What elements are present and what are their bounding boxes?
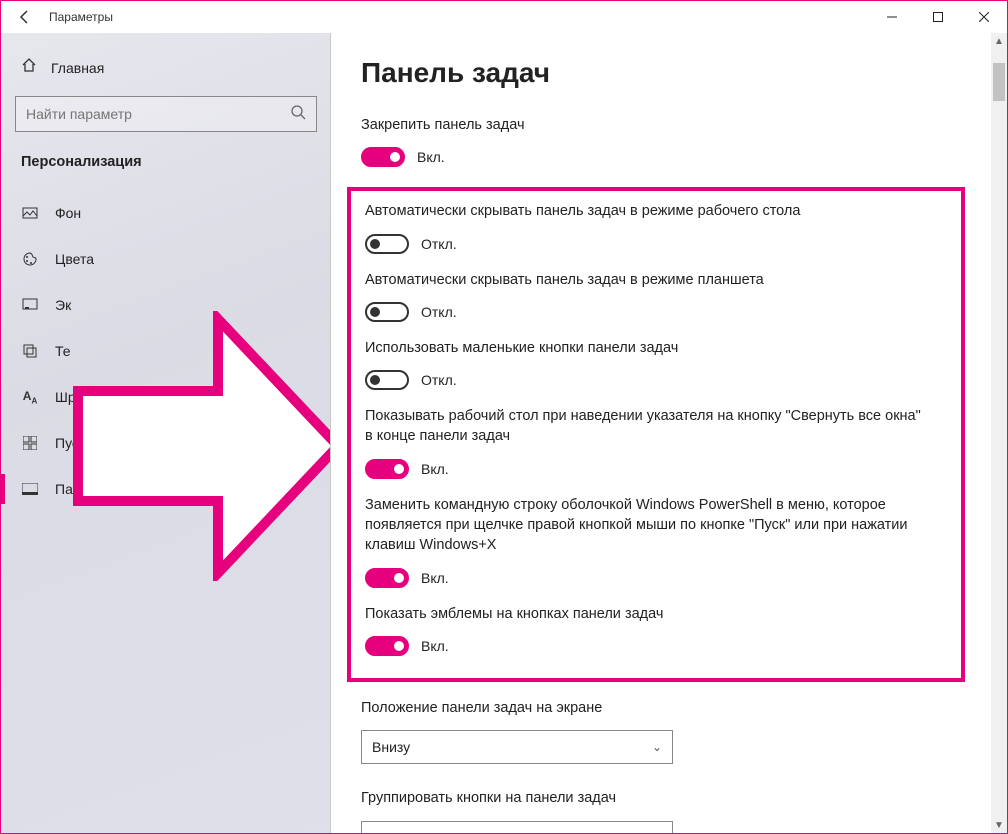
sidebar-item-themes[interactable]: Те bbox=[1, 328, 331, 374]
setting-label: Автоматически скрывать панель задач в ре… bbox=[365, 201, 925, 221]
highlight-box: Автоматически скрывать панель задач в ре… bbox=[347, 187, 965, 682]
sidebar-item-fonts[interactable]: AA Шр bbox=[1, 374, 331, 420]
sidebar-item-label: Шр bbox=[55, 389, 76, 405]
home-nav[interactable]: Главная bbox=[1, 51, 331, 96]
setting-label: Автоматически скрывать панель задач в ре… bbox=[365, 270, 925, 290]
dropdown-value: Внизу bbox=[372, 739, 410, 755]
sidebar-item-colors[interactable]: Цвета bbox=[1, 236, 331, 282]
dropdown-taskbar-position[interactable]: Внизу ⌄ bbox=[361, 730, 673, 764]
setting-label: Показывать рабочий стол при наведении ук… bbox=[365, 406, 925, 447]
themes-icon bbox=[21, 342, 39, 360]
sidebar-item-label: Фон bbox=[55, 205, 81, 221]
toggle-state: Откл. bbox=[421, 372, 457, 388]
scroll-thumb[interactable] bbox=[993, 63, 1005, 101]
toggle-state: Вкл. bbox=[421, 461, 449, 477]
setting-badges: Показать эмблемы на кнопках панели задач… bbox=[365, 604, 947, 656]
toggle-powershell[interactable] bbox=[365, 568, 409, 588]
sidebar-item-label: Те bbox=[55, 343, 71, 359]
sidebar-item-label: Панель задач bbox=[55, 481, 144, 497]
setting-combine-buttons: Группировать кнопки на панели задач При … bbox=[361, 788, 977, 833]
sidebar-item-background[interactable]: Фон bbox=[1, 190, 331, 236]
setting-label: Закрепить панель задач bbox=[361, 115, 921, 135]
close-button[interactable] bbox=[961, 1, 1007, 33]
toggle-lock-taskbar[interactable] bbox=[361, 147, 405, 167]
sidebar-item-taskbar[interactable]: Панель задач bbox=[1, 466, 331, 512]
setting-taskbar-position: Положение панели задач на экране Внизу ⌄ bbox=[361, 698, 977, 764]
page-title: Панель задач bbox=[361, 57, 977, 89]
section-header: Персонализация bbox=[1, 154, 331, 190]
sidebar: Главная Персонализация Фон Цвета Эк bbox=[1, 33, 331, 833]
toggle-badges[interactable] bbox=[365, 636, 409, 656]
search-box[interactable] bbox=[15, 96, 317, 132]
setting-small-buttons: Использовать маленькие кнопки панели зад… bbox=[365, 338, 947, 390]
dropdown-value: При переполнении панели задач bbox=[372, 830, 586, 833]
setting-peek-desktop: Показывать рабочий стол при наведении ук… bbox=[365, 406, 947, 479]
search-icon bbox=[290, 104, 306, 125]
toggle-autohide-desktop[interactable] bbox=[365, 234, 409, 254]
minimize-button[interactable] bbox=[869, 1, 915, 33]
home-icon bbox=[21, 57, 37, 78]
main-content: ▲ ▼ Панель задач Закрепить панель задач … bbox=[331, 33, 1007, 833]
titlebar: Параметры bbox=[1, 1, 1007, 33]
setting-autohide-tablet: Автоматически скрывать панель задач в ре… bbox=[365, 270, 947, 322]
dropdown-combine-buttons[interactable]: При переполнении панели задач ⌄ bbox=[361, 821, 673, 833]
toggle-peek-desktop[interactable] bbox=[365, 459, 409, 479]
search-input[interactable] bbox=[26, 106, 290, 122]
toggle-small-buttons[interactable] bbox=[365, 370, 409, 390]
setting-label: Положение панели задач на экране bbox=[361, 698, 921, 718]
picture-icon bbox=[21, 204, 39, 222]
toggle-state: Вкл. bbox=[421, 638, 449, 654]
scroll-down-arrow[interactable]: ▼ bbox=[991, 817, 1007, 833]
sidebar-item-label: Эк bbox=[55, 297, 71, 313]
scrollbar[interactable]: ▲ ▼ bbox=[991, 33, 1007, 833]
scroll-up-arrow[interactable]: ▲ bbox=[991, 33, 1007, 49]
toggle-state: Откл. bbox=[421, 236, 457, 252]
lockscreen-icon bbox=[21, 296, 39, 314]
sidebar-item-start[interactable]: Пуск bbox=[1, 420, 331, 466]
toggle-autohide-tablet[interactable] bbox=[365, 302, 409, 322]
setting-label: Группировать кнопки на панели задач bbox=[361, 788, 921, 808]
maximize-button[interactable] bbox=[915, 1, 961, 33]
home-label: Главная bbox=[51, 60, 104, 76]
setting-label: Заменить командную строку оболочкой Wind… bbox=[365, 495, 925, 556]
toggle-state: Откл. bbox=[421, 304, 457, 320]
toggle-state: Вкл. bbox=[421, 570, 449, 586]
fonts-icon: AA bbox=[21, 388, 39, 406]
back-button[interactable] bbox=[1, 1, 49, 33]
chevron-down-icon: ⌄ bbox=[652, 740, 662, 754]
setting-label: Показать эмблемы на кнопках панели задач bbox=[365, 604, 925, 624]
setting-autohide-desktop: Автоматически скрывать панель задач в ре… bbox=[365, 201, 947, 253]
window-title: Параметры bbox=[49, 10, 113, 24]
sidebar-item-lockscreen[interactable]: Эк bbox=[1, 282, 331, 328]
setting-label: Использовать маленькие кнопки панели зад… bbox=[365, 338, 925, 358]
taskbar-icon bbox=[21, 480, 39, 498]
sidebar-item-label: Пуск bbox=[55, 435, 85, 451]
setting-lock-taskbar: Закрепить панель задач Вкл. bbox=[361, 115, 977, 167]
start-icon bbox=[21, 434, 39, 452]
palette-icon bbox=[21, 250, 39, 268]
chevron-down-icon: ⌄ bbox=[652, 831, 662, 833]
toggle-state: Вкл. bbox=[417, 149, 445, 165]
sidebar-item-label: Цвета bbox=[55, 251, 94, 267]
setting-powershell: Заменить командную строку оболочкой Wind… bbox=[365, 495, 947, 588]
